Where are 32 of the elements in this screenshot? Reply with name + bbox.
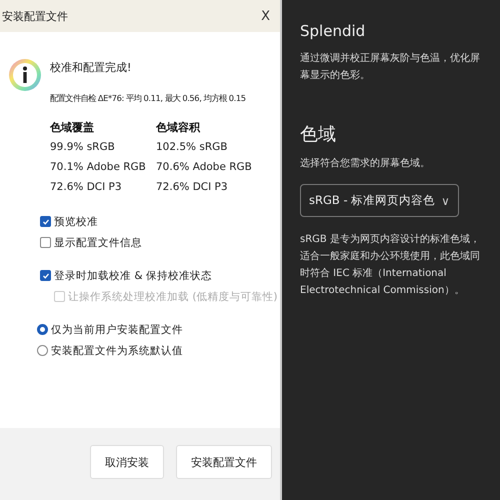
gamut-value: 70.6% Adobe RGB: [156, 160, 253, 175]
checkbox[interactable]: [40, 237, 51, 248]
checkbox[interactable]: [40, 216, 51, 227]
gamut-value: 102.5% sRGB: [156, 140, 228, 155]
checkbox-label: 预览校准: [54, 214, 98, 228]
gamut-value: 70.1% Adobe RGB: [50, 160, 147, 175]
gamut-heading: 色域覆盖: [50, 120, 95, 135]
gamut-value: 72.6% DCI P3: [156, 180, 229, 195]
dialog-button[interactable]: 取消安装: [90, 445, 164, 479]
info-icon: [8, 58, 42, 92]
radio-button[interactable]: [37, 345, 48, 356]
dialog-button[interactable]: 安装配置文件: [176, 445, 272, 479]
panel-title: Splendid: [300, 22, 366, 40]
radio-label: 安装配置文件为系统默认值: [51, 344, 183, 358]
gamut-value: 99.9% sRGB: [50, 140, 116, 155]
window-title: 安装配置文件: [2, 8, 68, 24]
completion-message: 校准和配置完成!: [50, 60, 132, 75]
self-check-result: 配置文件自检 ΔE*76: 平均 0.11, 最大 0.56, 均方根 0.15: [50, 93, 247, 104]
checkbox-label: 登录时加载校准 & 保持校准状态: [54, 268, 212, 282]
radio-button[interactable]: [37, 324, 48, 335]
gamut-note: sRGB 是专为网页内容设计的标准色域，适合一般家庭和办公环境使用，此色域同时符合 IEC 标准（International Electrotechnical Commission）。: [300, 232, 481, 298]
section-hint: 选择符合您需求的屏幕色域。: [300, 156, 431, 170]
section-title: 色域: [300, 123, 337, 146]
gamut-dropdown[interactable]: sRGB - 标准网页内容色 ∨: [300, 184, 459, 217]
gamut-value: 72.6% DCI P3: [50, 180, 123, 195]
checkbox-label: 显示配置文件信息: [54, 236, 142, 250]
panel-description: 通过微调并校正屏幕灰阶与色温，优化屏幕显示的色彩。: [300, 52, 481, 83]
radio-label: 仅为当前用户安装配置文件: [51, 322, 183, 336]
checkbox-label: 让操作系统处理校准加载 (低精度与可靠性): [68, 290, 278, 304]
close-button[interactable]: X: [257, 6, 274, 26]
checkbox[interactable]: [40, 270, 51, 281]
gamut-heading: 色域容积: [156, 120, 202, 135]
